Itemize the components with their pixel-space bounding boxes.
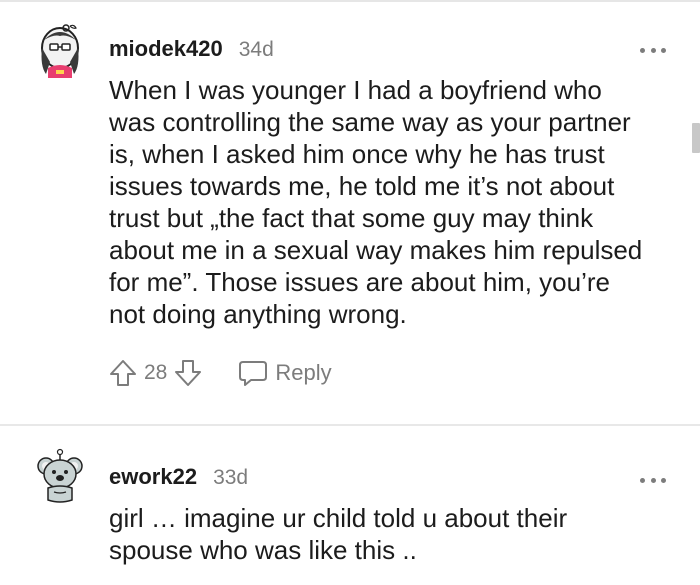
comment-thread: miodek420 34d When I was younger I had a…	[0, 0, 700, 585]
comment-actions: 28 Reply	[108, 356, 332, 390]
comment-line: When I was younger I had a boyfriend who	[109, 75, 602, 105]
comment-meta: ework22 33d	[109, 464, 248, 490]
upvote-icon[interactable]	[108, 358, 138, 388]
scrollbar-thumb[interactable]	[692, 123, 700, 153]
comment-line: trust but „the fact that some guy may th…	[109, 203, 594, 233]
comment-line: spouse who was like this ..	[109, 535, 417, 565]
vote-count: 28	[144, 361, 168, 384]
comment-line: not doing anything wrong.	[109, 299, 407, 329]
downvote-icon[interactable]	[173, 358, 203, 388]
comment-body: When I was younger I had a boyfriend who…	[109, 74, 679, 330]
comment-line: issues towards me, he told me it’s not a…	[109, 171, 615, 201]
comment-meta: miodek420 34d	[109, 36, 274, 62]
more-options-icon[interactable]	[640, 46, 666, 54]
reply-button[interactable]: Reply	[237, 359, 332, 387]
comment-body: girl … imagine ur child told u about the…	[109, 502, 679, 566]
user-avatar-icon[interactable]	[36, 22, 84, 80]
user-avatar-icon[interactable]	[36, 448, 84, 506]
comment-divider	[0, 424, 700, 426]
reply-icon	[239, 361, 268, 386]
username-link[interactable]: miodek420	[109, 36, 223, 62]
username-link[interactable]: ework22	[109, 464, 197, 490]
reply-label: Reply	[275, 360, 332, 385]
comment-age: 33d	[213, 466, 249, 489]
comment-line: is, when I asked him once why he has tru…	[109, 139, 605, 169]
comment-line: for me”. Those issues are about him, you…	[109, 267, 610, 297]
comment-line: girl … imagine ur child told u about the…	[109, 503, 568, 533]
comment-line: was controlling the same way as your par…	[109, 107, 631, 137]
top-divider	[0, 0, 700, 2]
more-options-icon[interactable]	[640, 476, 666, 484]
comment-age: 34d	[238, 38, 274, 61]
comment-line: about me in a sexual way makes him repul…	[109, 235, 643, 265]
